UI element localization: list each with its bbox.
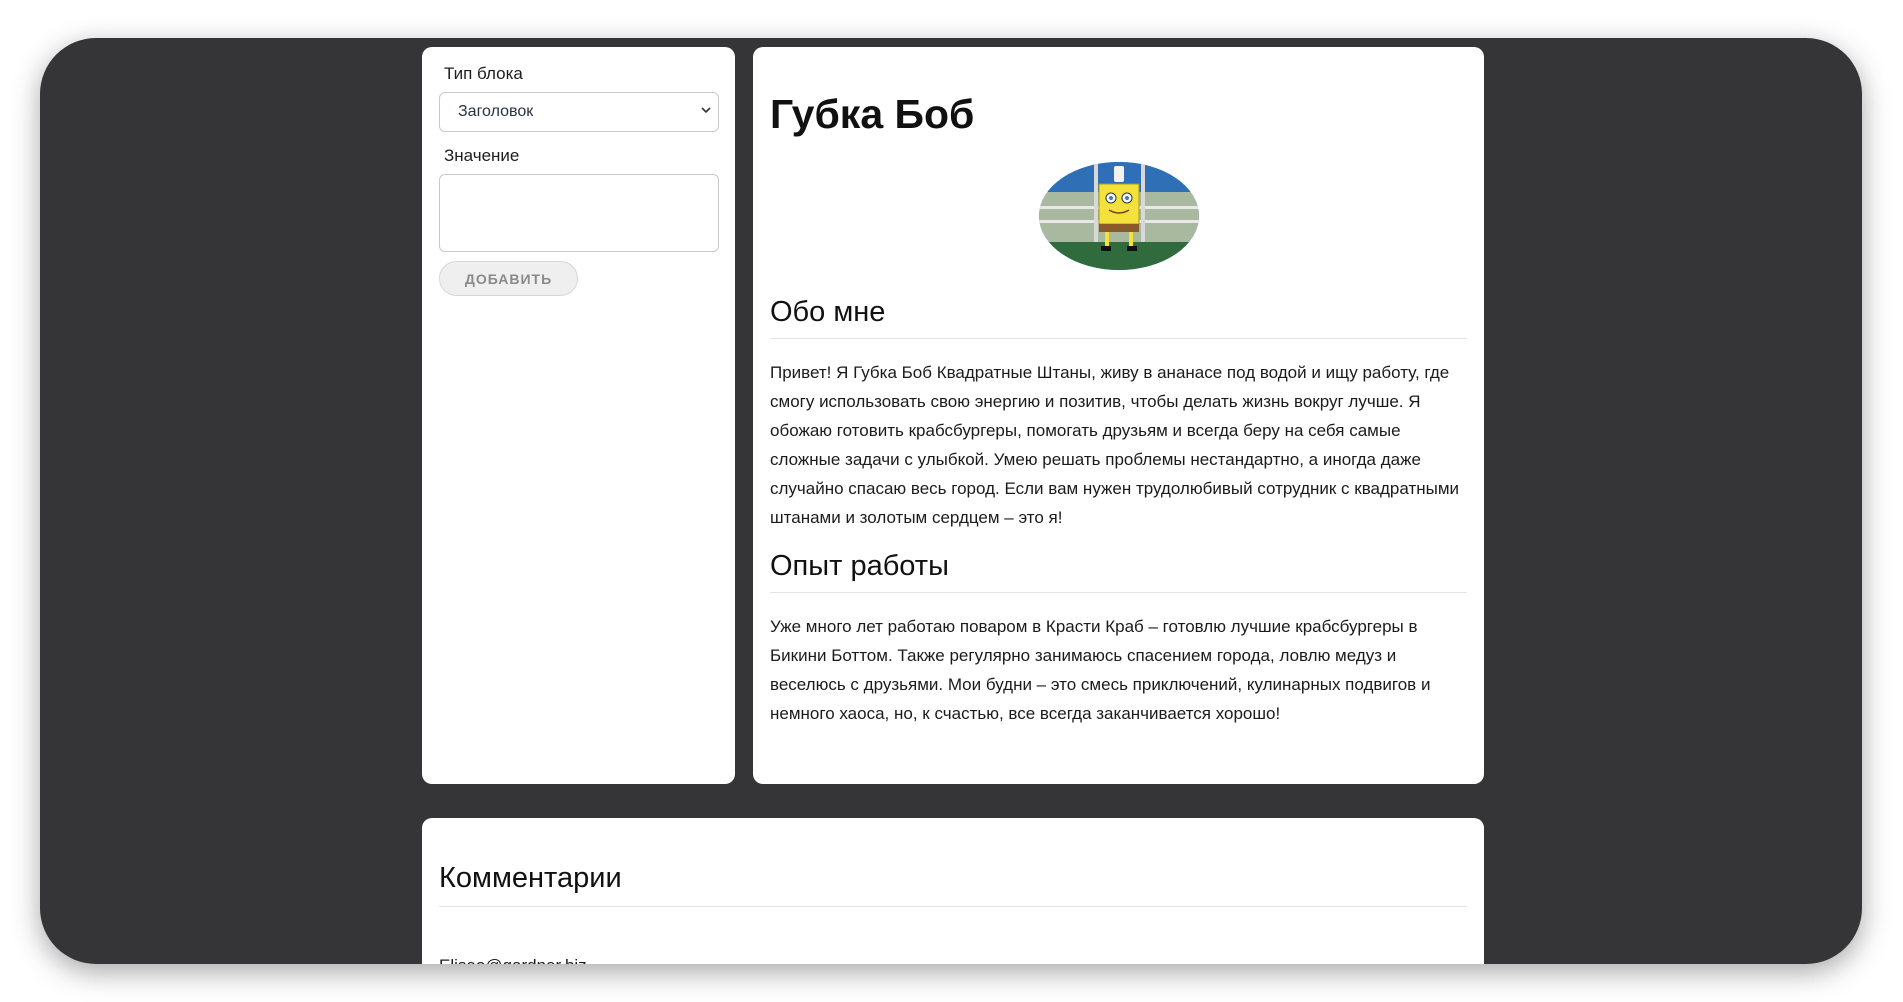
resume-preview: Губка Боб Обо мне Привет! Я Губка Боб Кв…	[753, 47, 1484, 784]
section-heading-about: Обо мне	[770, 294, 1467, 339]
avatar-row	[770, 162, 1467, 270]
section-text-about: Привет! Я Губка Боб Квадратные Штаны, жи…	[770, 363, 1460, 527]
block-type-select[interactable]: Заголовок	[439, 92, 719, 132]
chevron-down-icon	[701, 107, 711, 114]
app-window: Тип блока Заголовок Значение ДОБАВИТЬ Гу…	[40, 38, 1862, 964]
comment-author-email: Eliseo@gardner.biz	[439, 956, 1467, 964]
comments-panel: Комментарии Eliseo@gardner.biz	[422, 818, 1484, 964]
resume-name-heading: Губка Боб	[770, 91, 975, 137]
comments-title: Комментарии	[439, 860, 1467, 907]
section-text-experience: Уже много лет работаю поваром в Красти К…	[770, 617, 1431, 723]
value-label: Значение	[444, 146, 520, 165]
add-block-button[interactable]: ДОБАВИТЬ	[439, 261, 578, 296]
block-type-selected-value: Заголовок	[458, 103, 534, 120]
value-textarea[interactable]	[439, 174, 719, 252]
block-editor-panel: Тип блока Заголовок Значение ДОБАВИТЬ	[422, 47, 735, 784]
block-type-label: Тип блока	[444, 64, 523, 83]
spongebob-avatar-icon	[1038, 162, 1199, 270]
section-heading-experience: Опыт работы	[770, 548, 1467, 593]
